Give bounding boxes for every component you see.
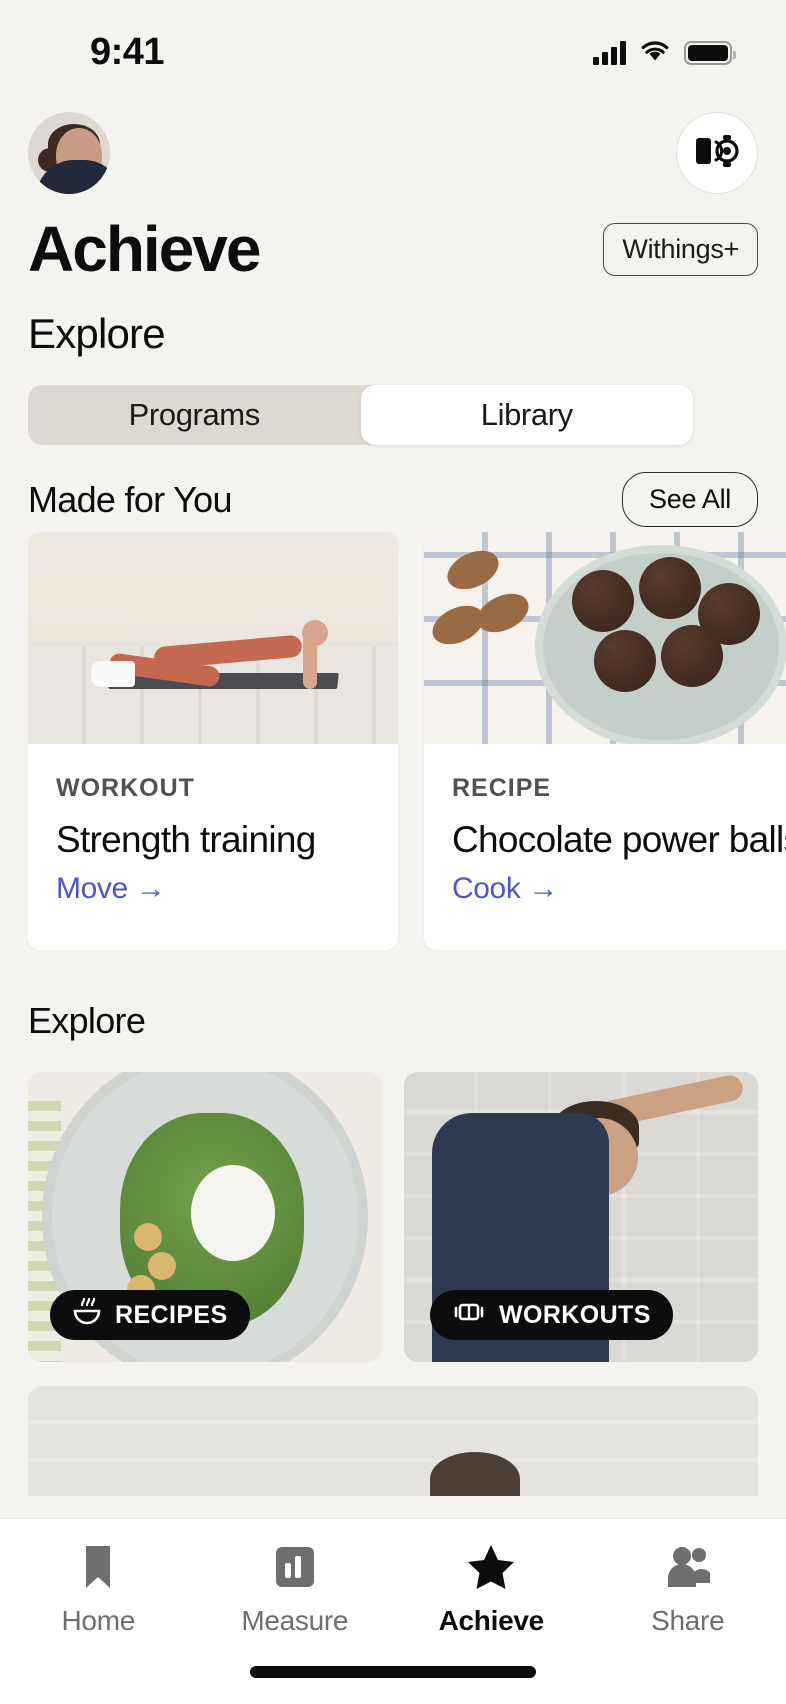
- made-for-you-title: Made for You: [28, 478, 232, 520]
- tab-library[interactable]: Library: [360, 385, 693, 445]
- recipes-badge[interactable]: RECIPES: [50, 1290, 250, 1340]
- watch-device-icon: [694, 130, 740, 177]
- title-row: Achieve Withings+: [28, 213, 758, 285]
- tab-home[interactable]: Home: [0, 1543, 197, 1637]
- profile-avatar[interactable]: [28, 112, 110, 194]
- made-for-you-card[interactable]: WORKOUT Strength training Move →: [28, 532, 398, 950]
- home-indicator: [250, 1666, 536, 1678]
- wifi-icon: [640, 39, 670, 68]
- people-icon: [664, 1543, 712, 1591]
- page-title: Achieve: [28, 213, 261, 285]
- tab-home-label: Home: [61, 1605, 136, 1636]
- tab-share-label: Share: [651, 1605, 725, 1636]
- made-for-you-header: Made for You See All: [28, 472, 758, 527]
- workout-card-image: [28, 532, 398, 744]
- recipe-card-image: [424, 532, 786, 744]
- tab-programs[interactable]: Programs: [28, 385, 361, 445]
- recipes-badge-label: RECIPES: [115, 1300, 228, 1329]
- dumbbell-icon: [452, 1300, 486, 1331]
- workouts-badge-label: WORKOUTS: [499, 1300, 651, 1329]
- battery-icon: [684, 41, 736, 65]
- star-icon: [467, 1543, 515, 1591]
- bar-chart-icon: [274, 1543, 316, 1591]
- tab-share[interactable]: Share: [590, 1543, 786, 1637]
- see-all-button[interactable]: See All: [622, 472, 758, 527]
- card-title: Strength training: [56, 819, 316, 860]
- category-card-recipes[interactable]: RECIPES: [28, 1072, 382, 1362]
- card-action-link[interactable]: Move →: [56, 872, 370, 906]
- card-kicker: RECIPE: [452, 774, 552, 802]
- cellular-signal-icon: [593, 41, 626, 65]
- bookmark-icon: [79, 1543, 117, 1591]
- app-screen: 9:41 Achieve Withings+ Explore Programs …: [0, 0, 786, 1704]
- explore-section-header: Explore: [28, 1000, 758, 1042]
- tab-measure-label: Measure: [241, 1605, 349, 1636]
- card-action-link[interactable]: Cook →: [452, 872, 766, 906]
- withings-plus-badge[interactable]: Withings+: [603, 223, 758, 277]
- made-for-you-card[interactable]: RECIPE Chocolate power balls Cook →: [424, 532, 786, 950]
- top-bar: [28, 110, 758, 196]
- card-title: Chocolate power balls: [452, 819, 786, 860]
- status-icons: [593, 39, 736, 68]
- watch-device-button[interactable]: [676, 112, 758, 194]
- next-card-preview[interactable]: [28, 1386, 758, 1496]
- tab-achieve[interactable]: Achieve: [393, 1543, 590, 1637]
- explore-subtitle: Explore: [28, 310, 166, 357]
- explore-category-grid: RECIPES WORKOUTS: [28, 1072, 758, 1362]
- explore-segmented-control[interactable]: Programs Library: [28, 385, 693, 445]
- explore-section-title: Explore: [28, 1000, 146, 1041]
- made-for-you-rail[interactable]: WORKOUT Strength training Move → RECIPE: [28, 532, 786, 950]
- tab-achieve-label: Achieve: [438, 1605, 545, 1636]
- tab-measure[interactable]: Measure: [197, 1543, 394, 1637]
- status-time: 9:41: [90, 30, 165, 73]
- bowl-steam-icon: [72, 1297, 102, 1333]
- status-bar: 9:41: [0, 0, 786, 96]
- category-card-workouts[interactable]: WORKOUTS: [404, 1072, 758, 1362]
- workouts-badge[interactable]: WORKOUTS: [430, 1290, 673, 1340]
- card-kicker: WORKOUT: [56, 774, 195, 802]
